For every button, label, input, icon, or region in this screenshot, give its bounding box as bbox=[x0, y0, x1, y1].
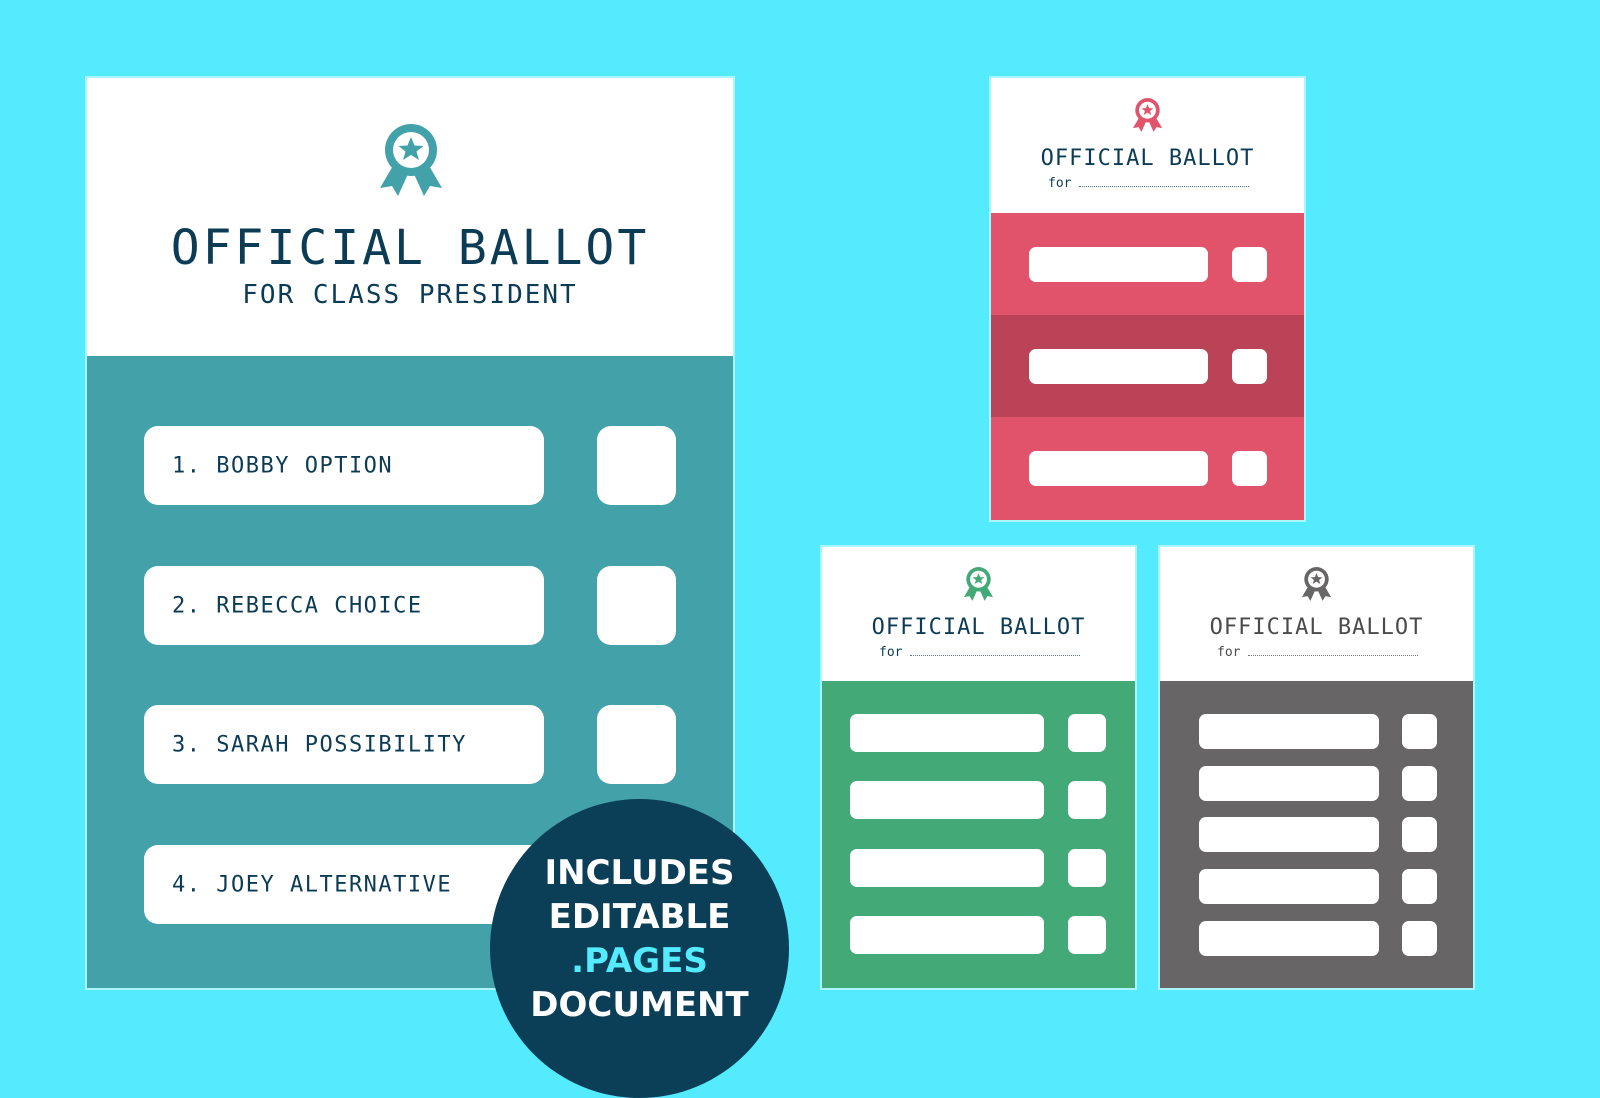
ballot-title: OFFICIAL BALLOT bbox=[1209, 615, 1424, 640]
candidate-label: 1. BOBBY OPTION bbox=[172, 453, 394, 478]
candidate-checkbox[interactable] bbox=[597, 426, 676, 505]
candidate-name-field[interactable]: 3. SARAH POSSIBILITY bbox=[144, 705, 544, 784]
award-ribbon-icon bbox=[963, 567, 994, 601]
badge-line: INCLUDES bbox=[544, 853, 735, 893]
candidate-checkbox[interactable] bbox=[1068, 916, 1106, 954]
ballot-body bbox=[1160, 681, 1473, 988]
for-blank-field[interactable] bbox=[1248, 655, 1419, 656]
candidate-name-field[interactable] bbox=[1199, 869, 1379, 904]
candidate-name-field[interactable] bbox=[850, 714, 1044, 752]
candidate-checkbox[interactable] bbox=[597, 566, 676, 645]
candidate-checkbox[interactable] bbox=[1232, 349, 1267, 384]
candidate-name-field[interactable] bbox=[850, 916, 1044, 954]
ballot-body bbox=[991, 213, 1304, 520]
ballot-header: OFFICIAL BALLOT for bbox=[1160, 547, 1473, 681]
for-blank-field[interactable] bbox=[1079, 186, 1250, 187]
candidate-label: 3. SARAH POSSIBILITY bbox=[172, 732, 467, 757]
ballot-variant-gray: OFFICIAL BALLOT for bbox=[1160, 547, 1473, 988]
ballot-title: OFFICIAL BALLOT bbox=[1040, 146, 1255, 171]
candidate-name-field[interactable] bbox=[1199, 766, 1379, 801]
candidate-label: 4. JOEY ALTERNATIVE bbox=[172, 872, 453, 897]
includes-pages-badge: INCLUDES EDITABLE .PAGES DOCUMENT bbox=[490, 799, 789, 1098]
for-line: for bbox=[1217, 645, 1419, 660]
candidate-name-field[interactable] bbox=[1199, 714, 1379, 749]
candidate-checkbox[interactable] bbox=[1402, 714, 1437, 749]
badge-line: EDITABLE bbox=[548, 897, 731, 937]
candidate-checkbox[interactable] bbox=[1068, 714, 1106, 752]
ballot-title: OFFICIAL BALLOT bbox=[871, 615, 1086, 640]
ballot-row bbox=[991, 213, 1304, 315]
for-label: for bbox=[1048, 176, 1072, 191]
main-ballot-header: OFFICIAL BALLOT FOR CLASS PRESIDENT bbox=[87, 78, 733, 356]
for-blank-field[interactable] bbox=[910, 655, 1081, 656]
ballot-variant-green: OFFICIAL BALLOT for bbox=[822, 547, 1135, 988]
ballot-row bbox=[991, 417, 1304, 520]
award-ribbon-icon bbox=[1301, 567, 1332, 601]
main-ballot-subtitle: FOR CLASS PRESIDENT bbox=[242, 280, 578, 310]
candidate-name-field[interactable] bbox=[850, 781, 1044, 819]
candidate-checkbox[interactable] bbox=[1068, 781, 1106, 819]
candidate-checkbox[interactable] bbox=[1402, 921, 1437, 956]
candidate-checkbox[interactable] bbox=[1402, 869, 1437, 904]
candidate-name-field[interactable] bbox=[1029, 451, 1208, 486]
ballot-header: OFFICIAL BALLOT for bbox=[991, 78, 1304, 213]
candidate-name-field[interactable]: 1. BOBBY OPTION bbox=[144, 426, 544, 505]
ballot-body bbox=[822, 681, 1135, 988]
candidate-checkbox[interactable] bbox=[1402, 766, 1437, 801]
for-line: for bbox=[879, 645, 1081, 660]
candidate-name-field[interactable]: 4. JOEY ALTERNATIVE bbox=[144, 845, 544, 924]
award-ribbon-icon bbox=[380, 124, 442, 196]
candidate-checkbox[interactable] bbox=[1402, 817, 1437, 852]
candidate-checkbox[interactable] bbox=[1068, 849, 1106, 887]
ballot-variant-red: OFFICIAL BALLOT for bbox=[991, 78, 1304, 520]
candidate-checkbox[interactable] bbox=[1232, 247, 1267, 282]
for-label: for bbox=[879, 645, 903, 660]
candidate-name-field[interactable] bbox=[850, 849, 1044, 887]
candidate-name-field[interactable] bbox=[1029, 247, 1208, 282]
candidate-checkbox[interactable] bbox=[1232, 451, 1267, 486]
ballot-header: OFFICIAL BALLOT for bbox=[822, 547, 1135, 681]
candidate-label: 2. REBECCA CHOICE bbox=[172, 593, 423, 618]
main-ballot-title: OFFICIAL BALLOT bbox=[170, 220, 650, 276]
candidate-name-field[interactable]: 2. REBECCA CHOICE bbox=[144, 566, 544, 645]
for-label: for bbox=[1217, 645, 1241, 660]
candidate-name-field[interactable] bbox=[1029, 349, 1208, 384]
candidate-name-field[interactable] bbox=[1199, 921, 1379, 956]
award-ribbon-icon bbox=[1132, 98, 1163, 132]
ballot-row bbox=[991, 315, 1304, 417]
candidate-name-field[interactable] bbox=[1199, 817, 1379, 852]
candidate-checkbox[interactable] bbox=[597, 705, 676, 784]
for-line: for bbox=[1048, 176, 1250, 191]
badge-line-accent: .PAGES bbox=[571, 941, 708, 981]
badge-line: DOCUMENT bbox=[530, 985, 749, 1025]
